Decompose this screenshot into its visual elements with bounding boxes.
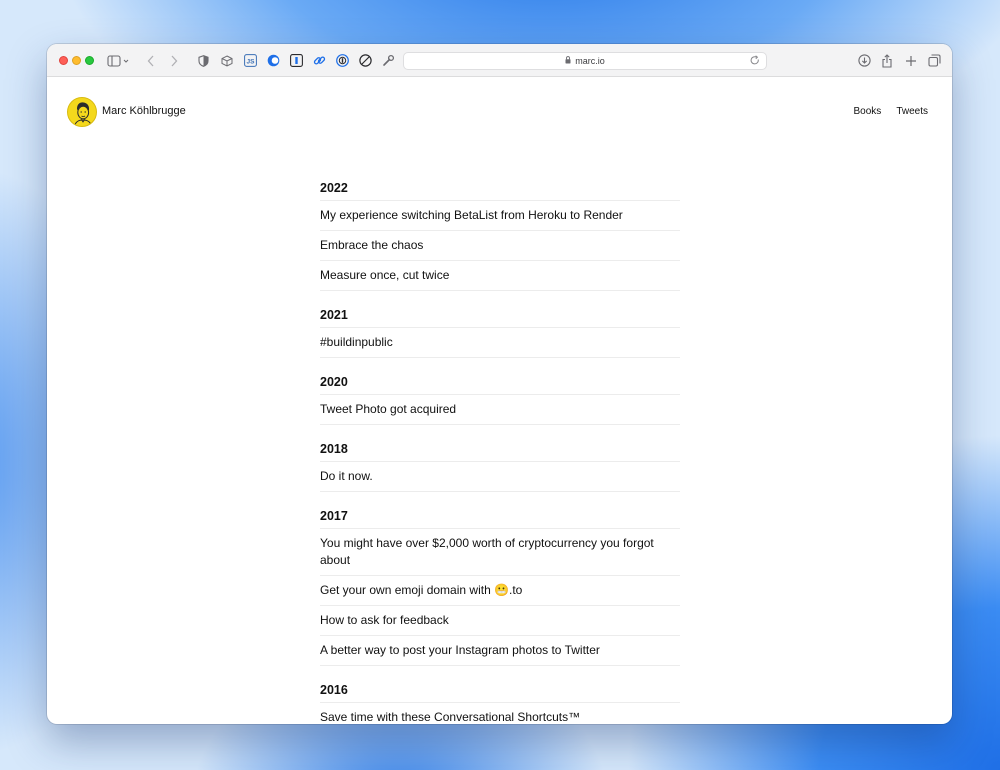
extension-bracket-icon[interactable]	[289, 53, 303, 68]
site-name[interactable]: Marc Köhlbrugge	[102, 105, 186, 117]
year-heading: 2016	[320, 677, 680, 703]
extension-js-icon[interactable]: JS	[243, 53, 257, 68]
post-link[interactable]: Save time with these Conversational Shor…	[320, 703, 680, 724]
post-link[interactable]: A better way to post your Instagram phot…	[320, 636, 680, 666]
reload-icon[interactable]	[750, 55, 760, 68]
lock-icon	[565, 56, 571, 66]
post-link[interactable]: My experience switching BetaList from He…	[320, 201, 680, 231]
year-group: 2020 Tweet Photo got acquired	[320, 369, 680, 425]
year-heading: 2018	[320, 436, 680, 462]
avatar[interactable]	[67, 97, 97, 127]
year-group: 2018 Do it now.	[320, 436, 680, 492]
minimize-window-button[interactable]	[72, 56, 81, 65]
year-group: 2017 You might have over $2,000 worth of …	[320, 503, 680, 666]
zoom-window-button[interactable]	[85, 56, 94, 65]
address-url: marc.io	[575, 56, 605, 66]
browser-toolbar: JS marc.io	[47, 44, 952, 77]
post-link[interactable]: Tweet Photo got acquired	[320, 395, 680, 425]
svg-text:JS: JS	[246, 58, 255, 65]
address-bar[interactable]: marc.io	[403, 52, 767, 70]
nav-link-tweets[interactable]: Tweets	[896, 106, 928, 117]
extension-blue-circle-icon[interactable]	[266, 53, 280, 68]
post-link[interactable]: Get your own emoji domain with 😬.to	[320, 576, 680, 606]
wrench-icon[interactable]	[381, 53, 395, 68]
post-link[interactable]: Embrace the chaos	[320, 231, 680, 261]
year-heading: 2020	[320, 369, 680, 395]
downloads-icon[interactable]	[857, 53, 871, 68]
year-group: 2021 #buildinpublic	[320, 302, 680, 358]
back-icon[interactable]	[145, 53, 157, 68]
tab-overview-icon[interactable]	[927, 53, 941, 68]
share-icon[interactable]	[880, 53, 894, 68]
year-group: 2016 Save time with these Conversational …	[320, 677, 680, 724]
site-header: Marc Köhlbrugge Books Tweets	[67, 97, 928, 129]
sidebar-toggle-icon[interactable]	[107, 53, 131, 68]
privacy-shield-icon[interactable]	[196, 53, 210, 68]
block-icon[interactable]	[358, 53, 372, 68]
post-list: 2022 My experience switching BetaList fro…	[320, 175, 680, 724]
site-nav: Books Tweets	[854, 106, 928, 117]
post-link[interactable]: #buildinpublic	[320, 328, 680, 358]
forward-icon[interactable]	[168, 53, 180, 68]
password-manager-icon[interactable]	[335, 53, 349, 68]
year-heading: 2021	[320, 302, 680, 328]
post-link[interactable]: You might have over $2,000 worth of cryp…	[320, 529, 680, 576]
browser-window: JS marc.io Marc Köhlbrugge Books Tweets …	[47, 44, 952, 724]
year-group: 2022 My experience switching BetaList fro…	[320, 175, 680, 291]
web-page: Marc Köhlbrugge Books Tweets 2022 My expe…	[47, 77, 952, 724]
post-link[interactable]: Measure once, cut twice	[320, 261, 680, 291]
year-heading: 2017	[320, 503, 680, 529]
link-icon[interactable]	[312, 53, 326, 68]
new-tab-icon[interactable]	[904, 53, 918, 68]
post-link[interactable]: Do it now.	[320, 462, 680, 492]
year-heading: 2022	[320, 175, 680, 201]
post-link[interactable]: How to ask for feedback	[320, 606, 680, 636]
nav-link-books[interactable]: Books	[854, 106, 882, 117]
close-window-button[interactable]	[59, 56, 68, 65]
extension-cube-icon[interactable]	[220, 53, 234, 68]
